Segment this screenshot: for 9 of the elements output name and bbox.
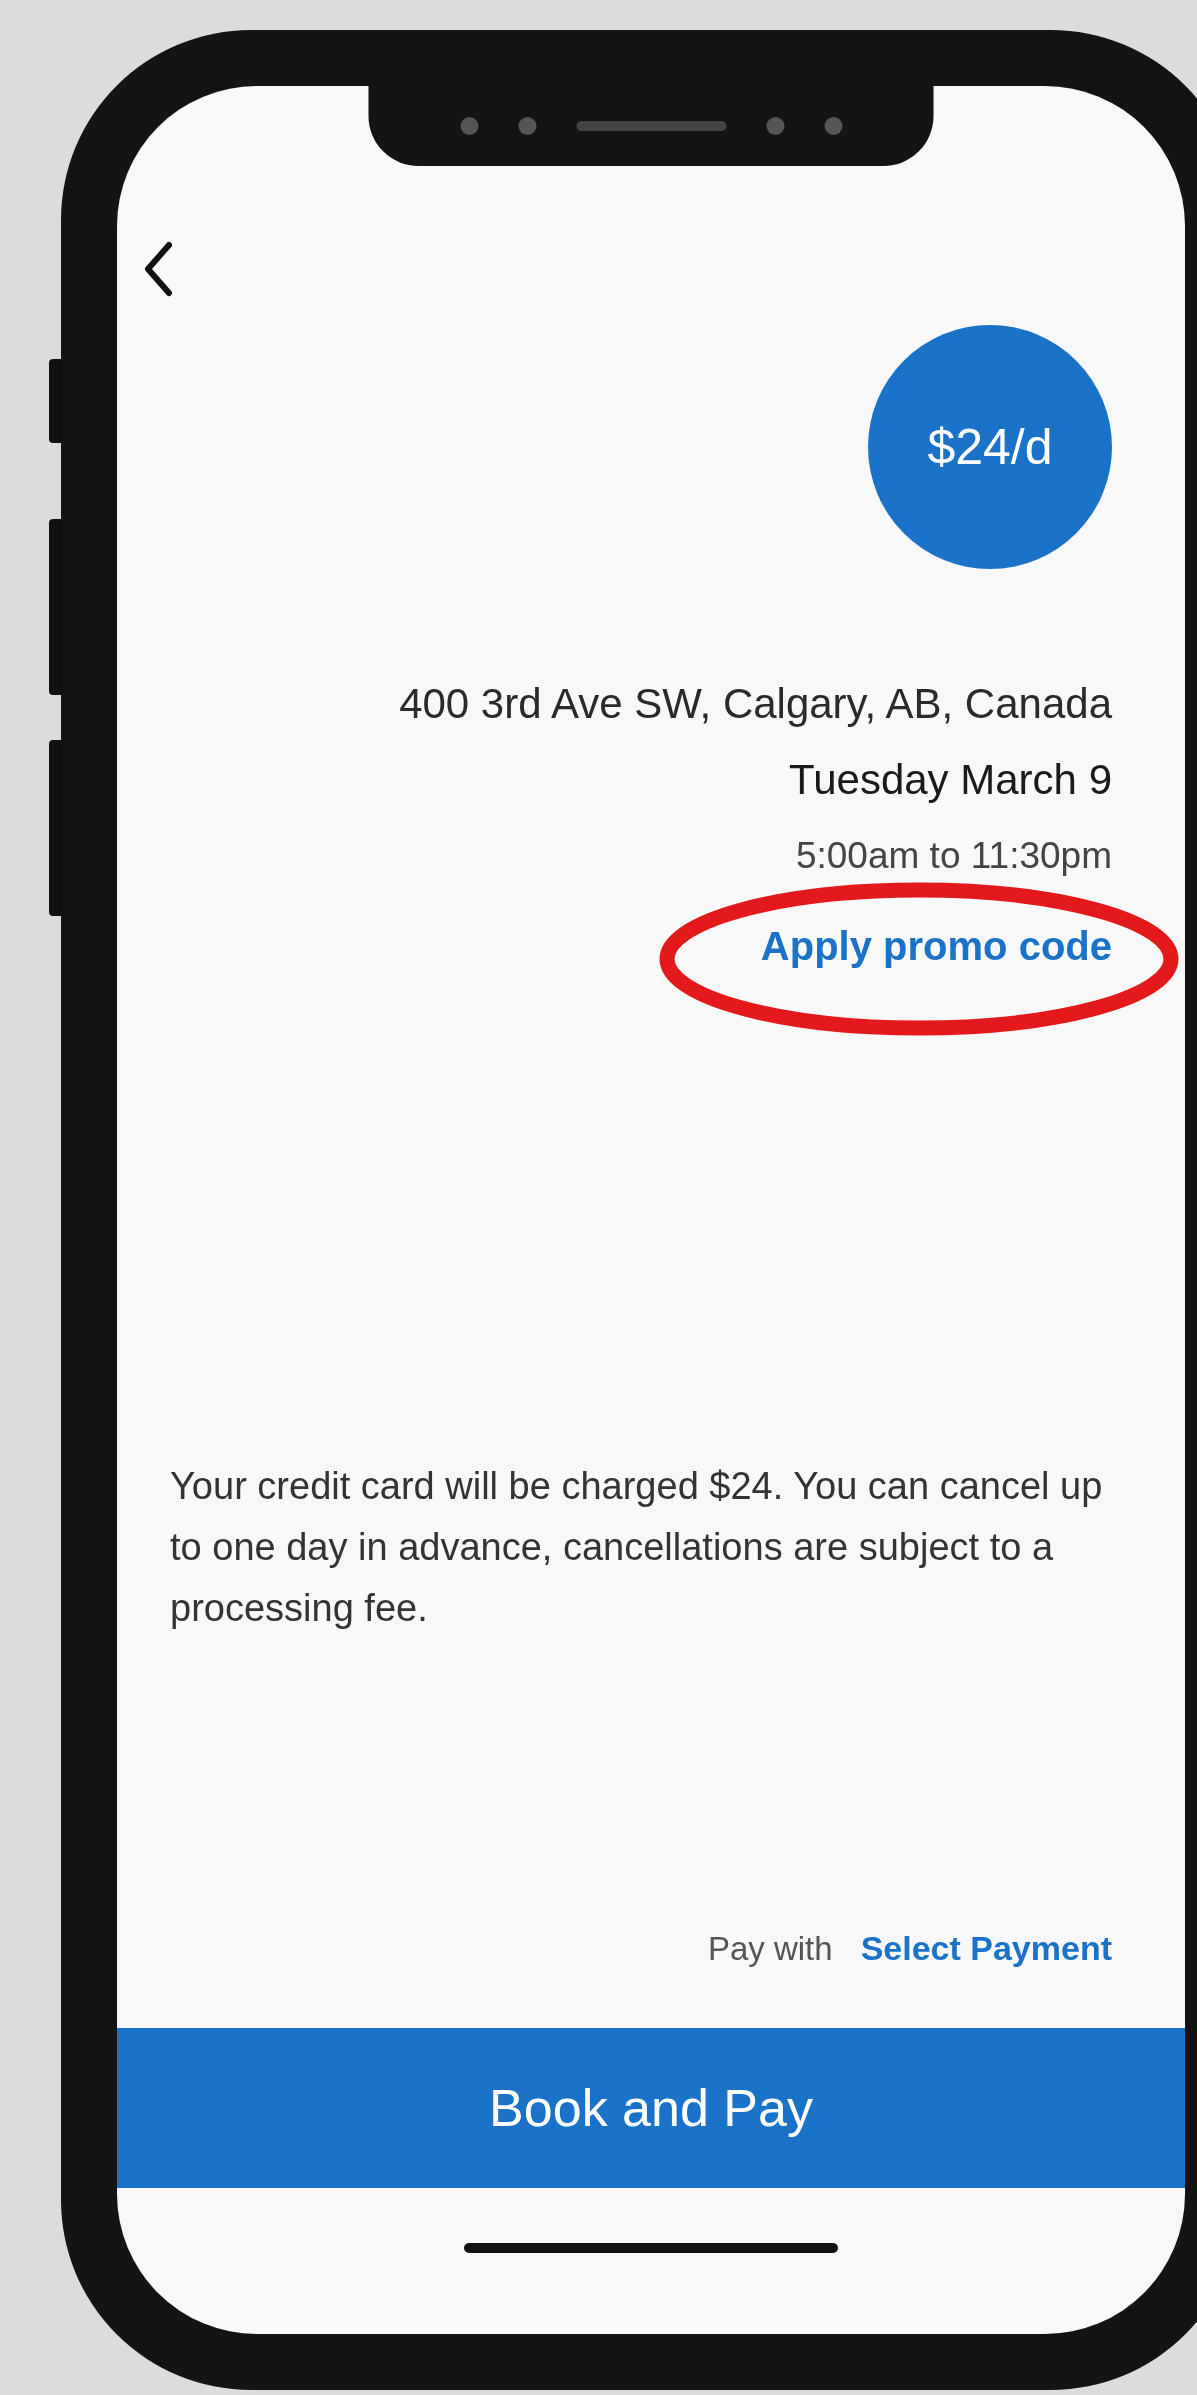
select-payment-link[interactable]: Select Payment	[860, 1929, 1112, 1968]
time-text: 5:00am to 11:30pm	[795, 834, 1112, 878]
address-text: 400 3rd Ave SW, Calgary, AB, Canada	[399, 679, 1112, 729]
chevron-left-icon	[143, 241, 173, 297]
price-badge: $24/d	[868, 325, 1112, 569]
notice-text: Your credit card will be charged $24. You can cancel up to one day in advance, cancellations are subject to a processing fee.	[170, 1464, 1104, 1631]
date-text: Tuesday March 9	[789, 755, 1112, 805]
pay-with-label: Pay with	[707, 1930, 833, 1968]
book-and-pay-button[interactable]: Book and Pay	[117, 2028, 1185, 2188]
